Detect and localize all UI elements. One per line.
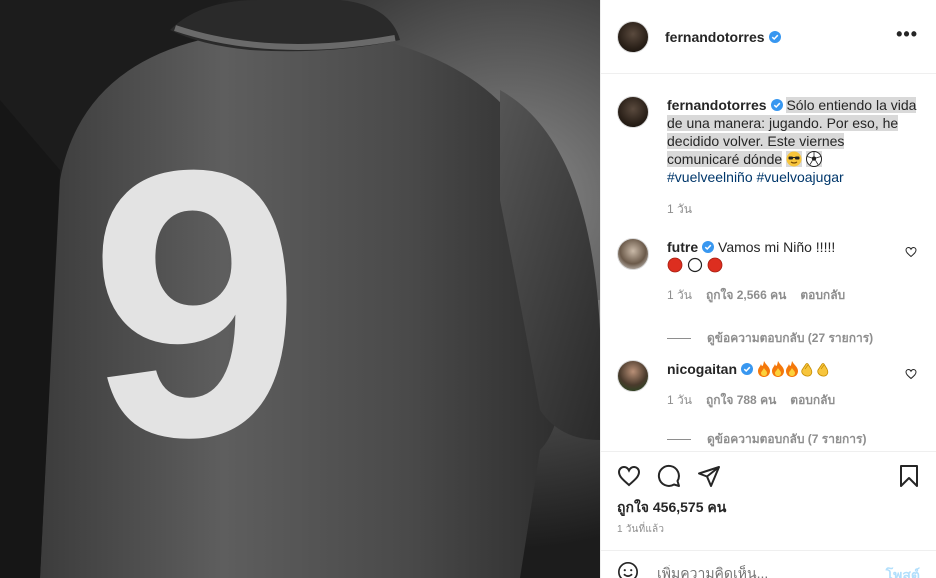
comment-likes[interactable]: ถูกใจ 788 คน	[706, 391, 776, 410]
red-circle-emoji-icon	[707, 257, 723, 273]
author-username[interactable]: fernandotorres	[665, 29, 781, 45]
caption-username[interactable]: fernandotorres	[667, 97, 783, 113]
verified-badge-icon	[770, 99, 783, 111]
caption-time[interactable]: 1 วัน	[667, 200, 917, 218]
post-photo[interactable]: 9	[0, 0, 600, 578]
post-comment-button[interactable]: โพสต์	[886, 565, 920, 578]
post-like-count[interactable]: ถูกใจ 456,575 คน	[617, 497, 726, 519]
post-time-ago[interactable]: 1 วันที่แล้ว	[617, 522, 664, 537]
comment-futre: futre Vamos mi Niño !!!!! 1 วัน ถูกใจ 2,…	[617, 238, 917, 348]
fire-emoji-icon	[757, 361, 771, 377]
jersey-number: 9	[89, 91, 300, 516]
soccer-ball-emoji-icon	[805, 151, 822, 167]
emoji-picker-icon[interactable]	[617, 561, 639, 578]
comment-bubble-icon[interactable]	[657, 464, 681, 488]
view-replies-label[interactable]: ดูข้อความตอบกลับ (27 รายการ)	[707, 329, 873, 348]
like-comment-heart-icon[interactable]	[905, 368, 917, 380]
caption-body: fernandotorres Sólo entiendo la vida de …	[667, 96, 917, 218]
more-options-icon[interactable]: •••	[896, 25, 918, 43]
comment-body: futre Vamos mi Niño !!!!!	[667, 238, 917, 274]
clapping-hands-emoji-icon	[815, 361, 831, 377]
post-caption: fernandotorres Sólo entiendo la vida de …	[617, 96, 917, 218]
instagram-post-view: 9 fernandotorres ••• fernandotorres Sólo…	[0, 0, 936, 578]
comment-meta: 1 วัน ถูกใจ 2,566 คน ตอบกลับ	[667, 286, 917, 305]
white-circle-emoji-icon	[687, 257, 703, 273]
comment-reply-button[interactable]: ตอบกลับ	[790, 391, 835, 410]
fire-emoji-icon	[785, 361, 799, 377]
save-bookmark-icon[interactable]	[897, 464, 921, 488]
comment-nicogaitan: nicogaitan 1 วัน ถูกใจ 788 คน ตอบกลับ ดู…	[617, 360, 917, 449]
hashtag-vuelvoajugar[interactable]: #vuelvoajugar	[757, 169, 844, 185]
share-paper-plane-icon[interactable]	[697, 464, 721, 488]
post-actions-bar	[601, 451, 936, 501]
sunglasses-emoji-icon	[786, 151, 803, 167]
comments-scroll-area[interactable]: fernandotorres Sólo entiendo la vida de …	[601, 75, 936, 451]
commenter-username-text[interactable]: nicogaitan	[667, 361, 737, 377]
comment-likes[interactable]: ถูกใจ 2,566 คน	[706, 286, 786, 305]
verified-badge-icon	[741, 363, 754, 375]
caption-username-text[interactable]: fernandotorres	[667, 97, 767, 113]
comment-body: nicogaitan	[667, 360, 917, 378]
commenter-username-text[interactable]: futre	[667, 239, 698, 255]
comment-time[interactable]: 1 วัน	[667, 391, 692, 410]
view-replies-label[interactable]: ดูข้อความตอบกลับ (7 รายการ)	[707, 430, 866, 449]
author-avatar[interactable]	[617, 20, 649, 53]
replies-divider	[667, 338, 691, 339]
view-replies-button[interactable]: ดูข้อความตอบกลับ (27 รายการ)	[667, 329, 917, 348]
jersey-photo: 9	[0, 0, 600, 578]
comment-reply-button[interactable]: ตอบกลับ	[800, 286, 845, 305]
view-replies-button[interactable]: ดูข้อความตอบกลับ (7 รายการ)	[667, 430, 917, 449]
commenter-username[interactable]: futre	[667, 239, 715, 255]
commenter-avatar[interactable]	[617, 238, 649, 270]
replies-divider	[667, 439, 691, 440]
red-circle-emoji-icon	[667, 257, 683, 273]
post-side-panel: fernandotorres ••• fernandotorres Sólo e…	[600, 0, 936, 578]
clapping-hands-emoji-icon	[799, 361, 815, 377]
add-comment-input[interactable]	[657, 565, 857, 578]
comment-meta: 1 วัน ถูกใจ 788 คน ตอบกลับ	[667, 391, 917, 410]
comment-text: Vamos mi Niño !!!!!	[718, 239, 836, 255]
like-comment-heart-icon[interactable]	[905, 246, 917, 258]
add-comment-bar: โพสต์	[601, 550, 936, 578]
verified-badge-icon	[768, 30, 781, 43]
post-header: fernandotorres •••	[601, 0, 936, 74]
verified-badge-icon	[702, 241, 715, 253]
comment-time[interactable]: 1 วัน	[667, 286, 692, 305]
commenter-username[interactable]: nicogaitan	[667, 361, 754, 377]
caption-avatar[interactable]	[617, 96, 649, 128]
fire-emoji-icon	[771, 361, 785, 377]
like-heart-icon[interactable]	[617, 464, 641, 488]
commenter-avatar[interactable]	[617, 360, 649, 392]
author-username-text[interactable]: fernandotorres	[665, 29, 765, 45]
hashtag-vuelveelnino[interactable]: #vuelveelniño	[667, 169, 753, 185]
